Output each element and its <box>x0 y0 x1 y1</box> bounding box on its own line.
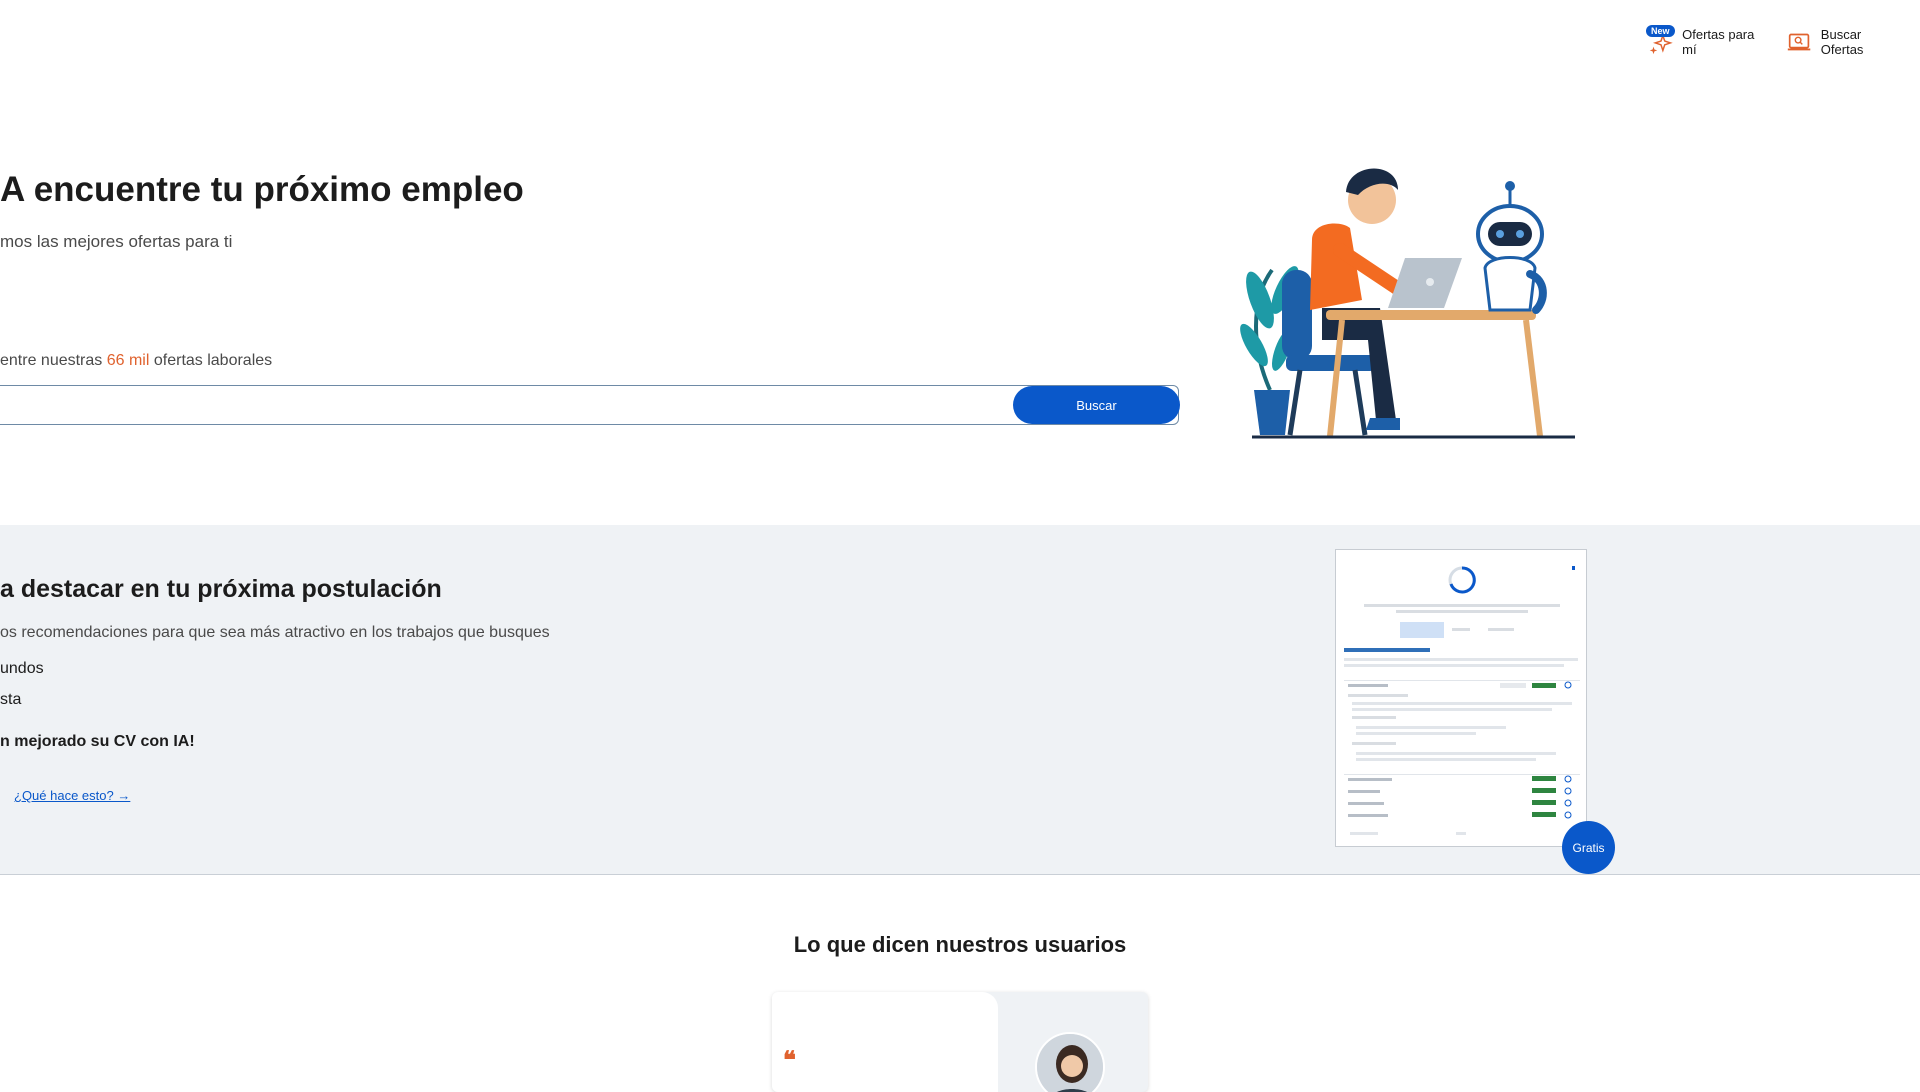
search-caption: entre nuestras 66 mil ofertas laborales <box>0 352 272 370</box>
cv-point-3: n mejorado su CV con IA! <box>0 733 195 750</box>
ofertas-para-mi-link[interactable]: New Ofertas para mí <box>1646 25 1767 57</box>
search-button[interactable]: Buscar <box>1013 386 1180 424</box>
cv-report-preview-image <box>1344 566 1580 835</box>
avatar <box>1035 1032 1105 1092</box>
avatar-image <box>1037 1034 1103 1092</box>
gratis-badge[interactable]: Gratis <box>1562 821 1615 874</box>
person-with-robot-illustration <box>1240 168 1575 439</box>
new-badge: New <box>1646 25 1675 37</box>
cv-section-title: a destacar en tu próxima postulación <box>0 575 442 603</box>
hero-title: A encuentre tu próximo empleo <box>0 170 524 209</box>
buscar-ofertas-link[interactable]: Buscar Ofertas <box>1785 27 1902 57</box>
testimonial-card-body: ❝ <box>772 992 998 1092</box>
caption-prefix: entre nuestras <box>0 352 107 369</box>
testimonial-card: ❝ <box>772 992 1148 1092</box>
quote-icon: ❝ <box>783 1045 796 1074</box>
cv-section-subtitle: os recomendaciones para que sea más atra… <box>0 624 550 641</box>
buscar-ofertas-label: Buscar Ofertas <box>1820 27 1864 57</box>
testimonials-title: Lo que dicen nuestros usuarios <box>793 932 1127 957</box>
offer-count: 66 mil <box>106 352 150 369</box>
ofertas-para-mi-label: Ofertas para mí <box>1682 27 1755 57</box>
caption-suffix: ofertas laborales <box>149 352 273 369</box>
hero-subtitle: mos las mejores ofertas para ti <box>0 232 233 251</box>
search-laptop-icon <box>1787 33 1810 51</box>
cv-section: a destacar en tu próxima postulación os … <box>0 525 1920 875</box>
que-hace-esto-link[interactable]: ¿Qué hace esto? → <box>14 788 130 803</box>
top-nav: New Ofertas para mí Buscar Ofertas <box>1646 22 1920 62</box>
search-box <box>0 385 1179 425</box>
search-input[interactable] <box>1 390 995 422</box>
cv-report-preview <box>1335 549 1587 847</box>
cv-point-2: sta <box>0 691 22 708</box>
cv-point-1: undos <box>0 660 44 677</box>
